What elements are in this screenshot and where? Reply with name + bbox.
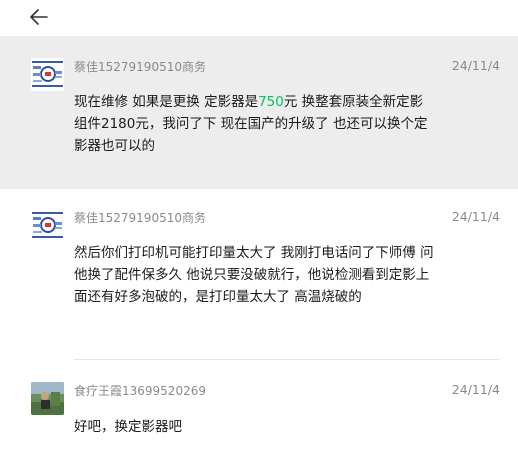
price-highlight: 750 (258, 94, 284, 110)
avatar[interactable] (31, 58, 64, 91)
message-text: 好吧，换定影器吧 (74, 419, 182, 435)
message-text: 现在维修 如果是更换 定影器是750元 换整套原装全新定影组件2180元，我问了… (74, 91, 434, 157)
message-time: 24/11/4 (451, 58, 500, 73)
message-item[interactable]: 蔡佳15279190510商务 24/11/4 现在维修 如果是更换 定影器是7… (0, 36, 518, 189)
message-time: 24/11/4 (451, 209, 500, 224)
message-text: 然后你们打印机可能打印量太大了 我刚打电话问了下师傅 问他换了配件保多久 他说只… (74, 245, 434, 305)
sender-name[interactable]: 食疗王霞13699520269 (74, 382, 206, 399)
sender-name[interactable]: 蔡佳15279190510商务 (74, 58, 206, 75)
avatar[interactable] (31, 209, 64, 242)
message-time: 24/11/4 (451, 382, 500, 397)
message-text-part: 现在维修 如果是更换 定影器是 (74, 94, 259, 110)
back-arrow-icon[interactable] (28, 6, 50, 28)
avatar[interactable] (31, 382, 64, 415)
message-item[interactable]: 食疗王霞13699520269 24/11/4 好吧，换定影器吧 (0, 360, 518, 470)
sender-name[interactable]: 蔡佳15279190510商务 (74, 209, 206, 226)
top-bar (0, 0, 518, 36)
message-item[interactable]: 蔡佳15279190510商务 24/11/4 然后你们打印机可能打印量太大了 … (0, 189, 518, 360)
